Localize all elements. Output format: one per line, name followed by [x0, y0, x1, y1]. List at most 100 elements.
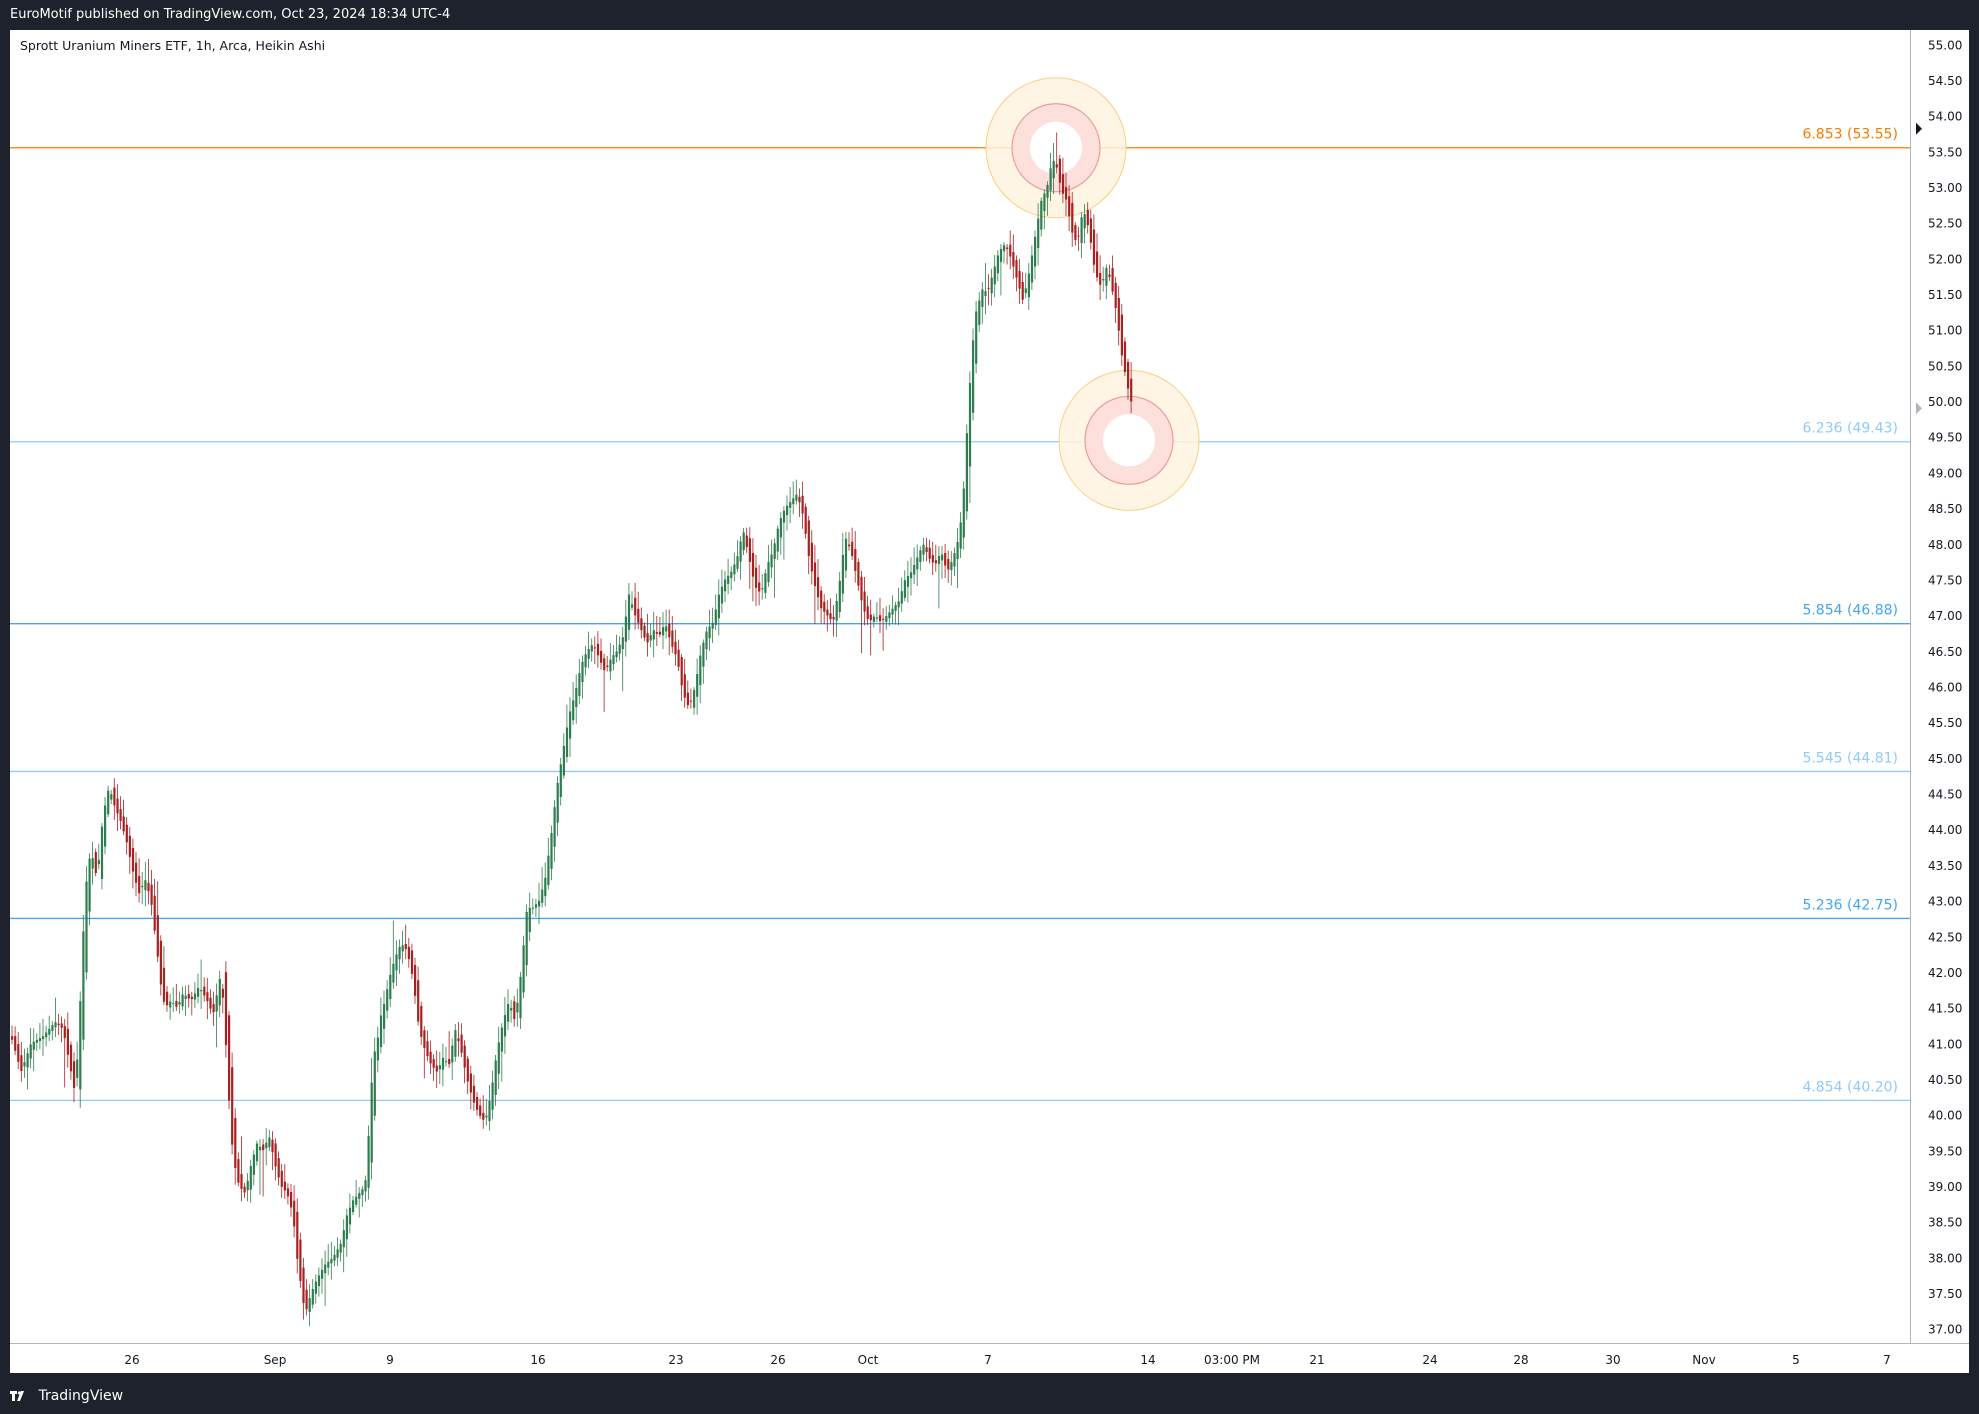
candle-bear[interactable]	[1108, 274, 1111, 277]
candle-bear[interactable]	[271, 1139, 274, 1153]
candle-bull[interactable]	[941, 554, 944, 561]
candle-bull[interactable]	[252, 1154, 255, 1175]
candle-bear[interactable]	[686, 692, 689, 706]
candle-bear[interactable]	[17, 1044, 20, 1062]
candle-bear[interactable]	[826, 609, 829, 616]
candle-bull[interactable]	[624, 616, 627, 642]
candle-bear[interactable]	[869, 614, 872, 621]
candle-bear[interactable]	[1127, 362, 1130, 389]
candle-bear[interactable]	[758, 582, 761, 592]
candle-bear[interactable]	[410, 950, 414, 974]
candle-bull[interactable]	[184, 995, 187, 999]
candle-bull[interactable]	[575, 687, 578, 708]
candle-bull[interactable]	[389, 974, 392, 1000]
candle-bull[interactable]	[841, 554, 844, 594]
candle-bear[interactable]	[135, 862, 138, 883]
candle-bear[interactable]	[448, 1058, 451, 1065]
candle-bull[interactable]	[953, 553, 956, 567]
candle-bear[interactable]	[1123, 341, 1127, 372]
candle-bull[interactable]	[144, 880, 147, 891]
candle-bear[interactable]	[274, 1143, 277, 1167]
candle-bear[interactable]	[224, 972, 228, 1046]
candle-bear[interactable]	[860, 576, 863, 601]
candle-bull[interactable]	[51, 1025, 54, 1031]
candle-bear[interactable]	[1061, 174, 1065, 194]
candle-bull[interactable]	[376, 1037, 379, 1061]
candle-bear[interactable]	[944, 552, 947, 566]
candle-bull[interactable]	[79, 1001, 82, 1090]
candle-bull[interactable]	[962, 488, 965, 538]
candle-bull[interactable]	[364, 1180, 367, 1192]
candle-bear[interactable]	[882, 618, 885, 620]
candle-bull[interactable]	[104, 805, 107, 847]
candle-bear[interactable]	[404, 944, 407, 949]
candle-bull[interactable]	[1052, 160, 1055, 179]
candle-bull[interactable]	[342, 1230, 345, 1248]
candle-bear[interactable]	[637, 608, 640, 623]
candle-bear[interactable]	[866, 606, 869, 619]
candle-bull[interactable]	[550, 833, 553, 869]
candle-bull[interactable]	[900, 591, 903, 604]
candle-bull[interactable]	[590, 645, 593, 652]
candle-bear[interactable]	[407, 946, 410, 960]
candle-bull[interactable]	[956, 541, 959, 560]
candle-bull[interactable]	[522, 945, 525, 993]
candle-bull[interactable]	[386, 989, 389, 1011]
candle-bull[interactable]	[975, 311, 978, 364]
candle-bear[interactable]	[426, 1041, 429, 1057]
candle-bull[interactable]	[894, 605, 897, 611]
candle-bear[interactable]	[813, 562, 817, 587]
candle-bear[interactable]	[417, 980, 420, 1022]
candle-bull[interactable]	[761, 588, 764, 590]
candle-bear[interactable]	[748, 538, 751, 562]
candle-bear[interactable]	[20, 1055, 23, 1071]
candle-bear[interactable]	[237, 1159, 240, 1183]
candle-bear[interactable]	[513, 1001, 516, 1020]
candle-bull[interactable]	[786, 505, 789, 516]
candle-bear[interactable]	[1021, 282, 1024, 300]
candle-bear[interactable]	[469, 1073, 472, 1093]
candle-bear[interactable]	[1006, 247, 1009, 250]
candle-bull[interactable]	[392, 963, 395, 983]
candle-bear[interactable]	[606, 665, 609, 667]
candle-bear[interactable]	[420, 1006, 423, 1037]
candle-bear[interactable]	[668, 624, 671, 638]
candle-bull[interactable]	[572, 700, 575, 721]
candle-bear[interactable]	[593, 647, 596, 649]
candle-bull[interactable]	[454, 1030, 457, 1057]
candle-bull[interactable]	[373, 1051, 376, 1116]
candle-bull[interactable]	[358, 1192, 361, 1199]
candle-bull[interactable]	[321, 1269, 324, 1279]
candle-bull[interactable]	[1102, 279, 1105, 281]
candle-bear[interactable]	[286, 1188, 290, 1197]
candle-bull[interactable]	[742, 532, 745, 551]
candle-bull[interactable]	[249, 1166, 252, 1190]
candle-bear[interactable]	[683, 674, 686, 698]
candle-bull[interactable]	[97, 859, 100, 865]
candle-bull[interactable]	[972, 340, 975, 413]
candle-bear[interactable]	[596, 643, 600, 656]
candle-bear[interactable]	[804, 506, 807, 534]
candle-bear[interactable]	[460, 1034, 463, 1053]
candle-bull[interactable]	[525, 911, 528, 966]
candle-bull[interactable]	[26, 1053, 29, 1068]
candle-bull[interactable]	[308, 1298, 311, 1312]
candle-bull[interactable]	[110, 794, 113, 800]
candle-bear[interactable]	[63, 1026, 66, 1039]
candle-bear[interactable]	[646, 633, 649, 643]
candle-bull[interactable]	[1043, 193, 1046, 212]
candle-bear[interactable]	[296, 1211, 299, 1259]
candle-bull[interactable]	[76, 1059, 79, 1078]
candle-bear[interactable]	[153, 895, 156, 931]
candle-bear[interactable]	[1114, 282, 1117, 308]
candle-bear[interactable]	[1068, 196, 1071, 217]
candle-bear[interactable]	[175, 1000, 178, 1007]
candle-bull[interactable]	[699, 655, 702, 686]
candle-bear[interactable]	[947, 558, 950, 570]
candle-bull[interactable]	[1030, 255, 1034, 283]
candle-bull[interactable]	[528, 907, 531, 932]
candle-bear[interactable]	[658, 631, 662, 635]
candle-bull[interactable]	[720, 586, 724, 604]
candle-bull[interactable]	[621, 637, 624, 650]
candle-bear[interactable]	[206, 992, 209, 1002]
